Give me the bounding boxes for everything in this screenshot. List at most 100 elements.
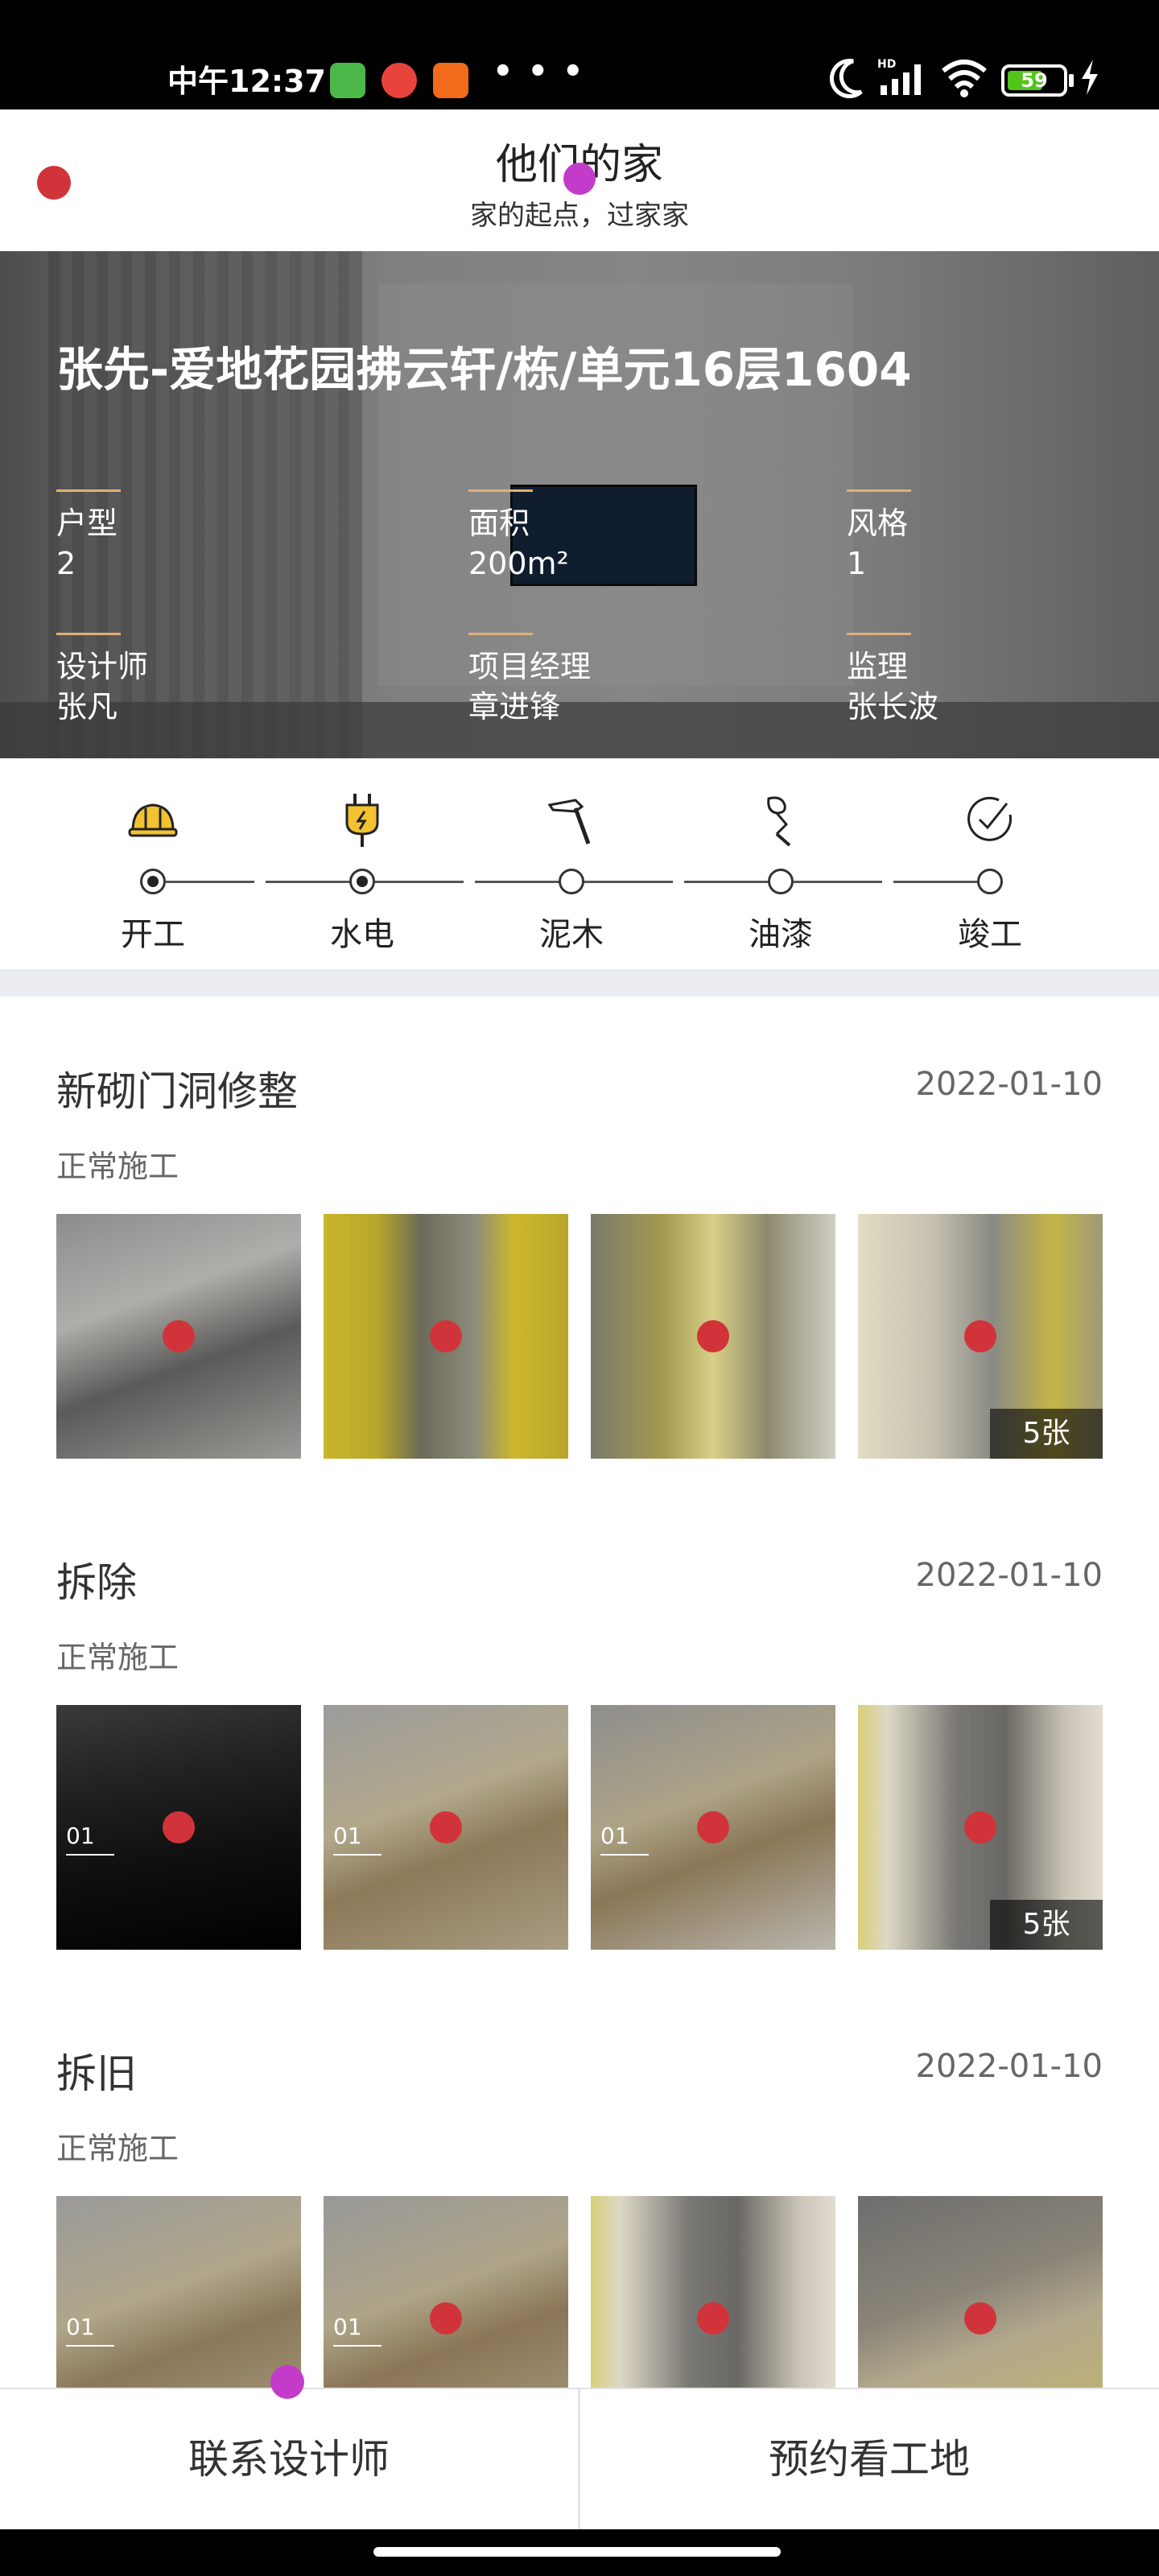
photo-stamp-day: 01: [333, 1823, 362, 1849]
paint-icon: [767, 796, 791, 847]
touch-indicator: [697, 1320, 729, 1352]
hero-field-manager: 项目经理 章进锋: [468, 633, 591, 727]
field-accent-bar: [56, 633, 121, 635]
touch-indicator: [964, 1811, 996, 1843]
mascot-icon: [382, 63, 417, 98]
touch-indicator: [964, 1320, 996, 1352]
record-photo[interactable]: 01: [591, 1705, 835, 1950]
record-title: 拆旧: [56, 2050, 137, 2097]
wifi-icon: [942, 60, 987, 97]
status-time: 中午12:37: [167, 64, 326, 99]
app-header: 他们的家 家的起点，过家家: [0, 109, 1159, 251]
contact-designer-button[interactable]: 联系设计师: [0, 2389, 578, 2529]
hero-field-designer: 设计师 张凡: [56, 633, 148, 727]
field-accent-bar: [468, 633, 533, 635]
field-label: 设计师: [56, 649, 149, 684]
touch-indicator: [163, 1811, 195, 1843]
record-photo[interactable]: 5张: [858, 1214, 1103, 1459]
record-photo[interactable]: 01: [56, 1705, 301, 1950]
step-node: [140, 869, 166, 894]
step-label: 水电: [330, 916, 394, 953]
field-label: 项目经理: [468, 649, 592, 684]
touch-indicator: [964, 2302, 996, 2334]
field-label: 户型: [56, 506, 118, 541]
battery-icon: 59: [1001, 64, 1067, 97]
photo-stamp-day: 01: [66, 1823, 95, 1849]
construction-progress: 开工 水电 泥木 油漆 竣工: [0, 758, 1159, 969]
book-site-visit-button[interactable]: 预约看工地: [580, 2389, 1158, 2529]
construction-record[interactable]: 拆除 2022-01-10 正常施工 01 01 01 5张: [0, 1550, 1159, 1985]
field-value: 张长波: [847, 689, 939, 724]
section-divider: [0, 969, 1159, 997]
moon-icon: [829, 59, 863, 98]
touch-indicator: [430, 1811, 462, 1843]
touch-indicator: [430, 1320, 462, 1352]
photo-timestamp: 01: [333, 2306, 382, 2347]
photo-timestamp: 01: [66, 2306, 114, 2347]
construction-record[interactable]: 拆旧 2022-01-10 正常施工 01 01: [0, 2041, 1159, 2388]
field-value: 2: [56, 546, 76, 581]
photo-count-badge: 5张: [990, 1900, 1103, 1950]
photo-stamp-rule: [66, 2345, 114, 2347]
step-node: [349, 869, 375, 894]
record-photo[interactable]: 01: [56, 2196, 301, 2388]
record-date: 2022-01-10: [915, 1066, 1103, 1103]
record-photo[interactable]: [324, 1214, 568, 1459]
field-value: 1: [847, 546, 867, 581]
battery-level: 59: [1021, 69, 1048, 92]
step-plumbing[interactable]: 水电: [258, 758, 467, 969]
record-photo[interactable]: [858, 2196, 1103, 2388]
system-nav-area: [0, 2529, 1159, 2576]
home-app-icon: [433, 63, 468, 98]
record-photo[interactable]: 01: [324, 2196, 568, 2388]
step-start[interactable]: 开工: [48, 758, 258, 969]
step-label: 开工: [121, 916, 185, 953]
record-photo[interactable]: [591, 1214, 835, 1459]
field-value: 章进锋: [468, 689, 561, 724]
photo-timestamp: 01: [600, 1814, 649, 1856]
wechat-icon: [330, 63, 365, 98]
step-label: 竣工: [958, 916, 1022, 953]
field-accent-bar: [56, 489, 121, 492]
record-photo[interactable]: [56, 1214, 301, 1459]
step-node: [768, 869, 794, 894]
hero-field-area: 面积 200m²: [468, 489, 569, 584]
photo-stamp-day: 01: [600, 1823, 629, 1849]
record-date: 2022-01-10: [915, 1557, 1103, 1594]
construction-record[interactable]: 新砌门洞修整 2022-01-10 正常施工 5张: [0, 1059, 1159, 1494]
field-value: 200m²: [468, 546, 569, 581]
page-subtitle: 家的起点，过家家: [470, 200, 689, 232]
plug-icon: [345, 794, 379, 847]
record-title: 拆除: [56, 1559, 137, 1606]
photo-stamp-rule: [333, 1854, 382, 1856]
home-indicator[interactable]: [373, 2547, 781, 2557]
record-photo[interactable]: 5张: [858, 1705, 1103, 1950]
hammer-icon: [547, 799, 591, 844]
photo-stamp-rule: [66, 1854, 114, 1856]
step-complete[interactable]: 竣工: [885, 758, 1095, 969]
record-photo[interactable]: 01: [324, 1705, 568, 1950]
record-date: 2022-01-10: [915, 2048, 1103, 2085]
svg-text:HD: HD: [877, 58, 896, 71]
touch-indicator: [430, 2302, 462, 2334]
hero-field-layout: 户型 2: [56, 489, 121, 584]
field-accent-bar: [847, 633, 911, 635]
photo-count-badge: 5张: [990, 1409, 1103, 1459]
field-label: 监理: [847, 649, 909, 684]
field-accent-bar: [847, 489, 911, 492]
record-photo[interactable]: [591, 2196, 835, 2388]
step-carpentry[interactable]: 泥木: [467, 758, 676, 969]
hero-field-style: 风格 1: [847, 489, 911, 584]
field-accent-bar: [468, 489, 533, 492]
step-node: [559, 869, 584, 894]
record-status: 正常施工: [56, 1640, 179, 1675]
record-title: 新砌门洞修整: [56, 1068, 298, 1115]
photo-timestamp: 01: [66, 1814, 114, 1856]
step-painting[interactable]: 油漆: [676, 758, 885, 969]
field-value: 张凡: [56, 689, 118, 724]
step-node: [977, 869, 1003, 894]
project-hero: 张先-爱地花园拂云轩/栋/单元16层1604 户型 2 面积 200m² 风格 …: [0, 251, 1159, 758]
status-bar: 中午12:37 • • • HD 59: [0, 0, 1159, 109]
signal-icon: HD: [877, 58, 921, 95]
touch-indicator: [270, 2365, 304, 2399]
